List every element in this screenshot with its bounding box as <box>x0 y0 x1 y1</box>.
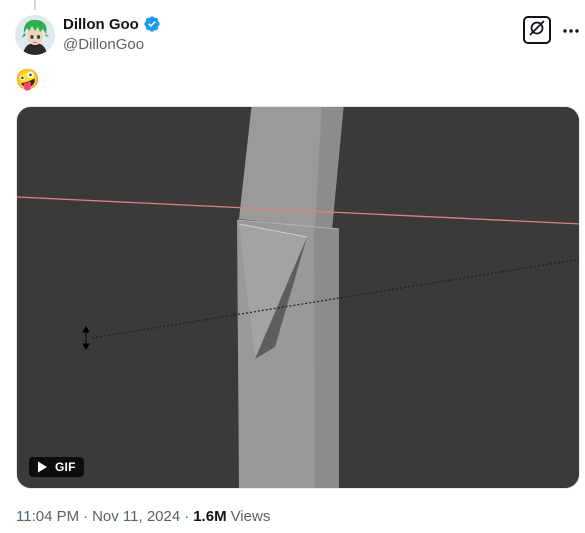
avatar[interactable] <box>15 15 55 55</box>
author-info[interactable]: Dillon Goo @DillonGoo <box>63 14 161 53</box>
gif-badge[interactable]: GIF <box>29 457 84 477</box>
handle[interactable]: @DillonGoo <box>63 36 161 53</box>
play-icon[interactable] <box>35 460 49 474</box>
gif-label: GIF <box>55 460 76 474</box>
gif-media[interactable]: GIF <box>16 106 580 489</box>
tweet-text: 🤪 <box>15 69 40 91</box>
thread-connector-line <box>34 0 36 10</box>
more-options-button[interactable] <box>560 20 582 40</box>
display-name-row[interactable]: Dillon Goo <box>63 14 161 34</box>
tweet-meta: 11:04 PM · Nov 11, 2024 · 1.6M Views <box>16 508 270 525</box>
tweet-time[interactable]: 11:04 PM <box>16 508 79 525</box>
tweet-date[interactable]: Nov 11, 2024 <box>92 508 180 525</box>
grok-button[interactable] <box>523 16 551 44</box>
avatar-image <box>15 15 55 55</box>
gif-frame <box>17 107 579 488</box>
meta-separator: · <box>184 508 190 525</box>
verified-badge-icon[interactable] <box>143 15 161 33</box>
views-count: 1.6M <box>193 508 227 525</box>
views-label: Views <box>230 508 271 525</box>
more-options-icon <box>562 21 580 39</box>
meta-separator: · <box>83 508 89 525</box>
display-name[interactable]: Dillon Goo <box>63 16 139 33</box>
grok-icon <box>528 19 546 42</box>
